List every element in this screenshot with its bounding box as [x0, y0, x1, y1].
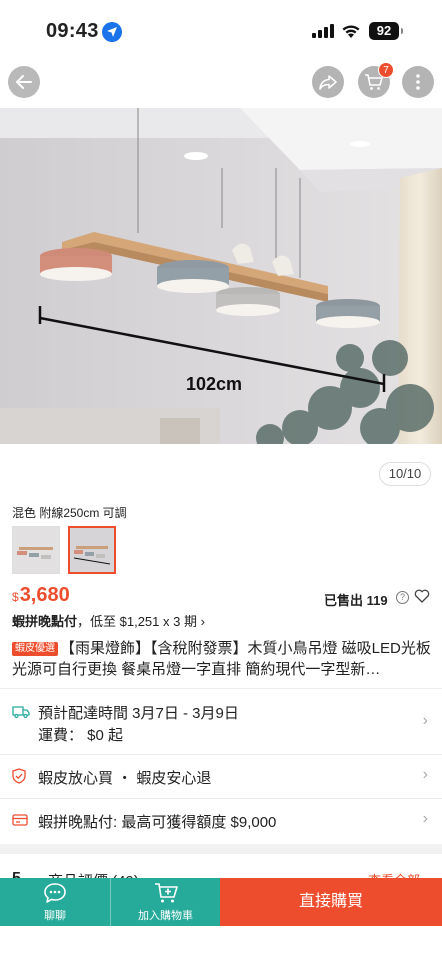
paylater-limit-text: 蝦拼晚點付: 最高可獲得額度 $9,000 [38, 814, 277, 831]
variant-thumbnail[interactable] [12, 526, 60, 574]
divider [0, 798, 442, 799]
shield-icon [12, 768, 26, 789]
divider [0, 754, 442, 755]
bottom-action-bar: 聊聊 加入購物車 直接購買 [0, 878, 442, 926]
cell-signal-icon [312, 24, 334, 38]
variant-label: 混色 附線250cm 可調 [12, 506, 127, 520]
location-arrow-icon [102, 22, 122, 42]
chevron-right-icon: › [422, 712, 428, 729]
more-options-button[interactable] [402, 66, 434, 98]
status-time: 09:43 [46, 20, 99, 42]
chevron-right-icon: › [422, 766, 428, 783]
card-icon [12, 813, 28, 832]
chat-icon [44, 883, 66, 903]
share-icon [319, 75, 337, 90]
truck-icon [12, 705, 30, 724]
status-bar: 09:43 92 [0, 0, 442, 62]
product-title-text: 【雨果燈飾】【含稅附發票】木質小鳥吊燈 磁吸LED光板 光源可自行更換 餐桌吊燈… [12, 640, 431, 678]
sold-count: 已售出 119 [324, 593, 388, 608]
product-image[interactable]: 102cm [0, 108, 442, 444]
shipping-row[interactable]: 預計配達時間 3月7日 - 3月9日 運費： $0 起 › [0, 690, 442, 752]
battery-indicator: 92 [369, 22, 403, 40]
preferred-tag: 蝦皮優選 [12, 642, 58, 656]
back-button[interactable] [8, 66, 40, 98]
arrow-left-icon [16, 75, 32, 89]
paylater-info[interactable]: 蝦拼晚點付，低至 $1,251 x 3 期 › [12, 611, 205, 630]
chat-button[interactable]: 聊聊 [0, 878, 110, 926]
share-button[interactable] [312, 66, 344, 98]
help-icon[interactable]: ? [396, 591, 409, 604]
product-title: 蝦皮優選 【雨果燈飾】【含稅附發票】木質小鳥吊燈 磁吸LED光板 光源可自行更換 … [12, 638, 432, 680]
buy-now-button[interactable]: 直接購買 [220, 878, 442, 926]
product-price: $3,680 [12, 584, 70, 607]
cart-count-badge: 7 [378, 62, 394, 78]
shipping-fee: 運費： $0 起 [38, 727, 124, 744]
variant-thumbnail-selected[interactable] [68, 526, 116, 574]
variant-thumbnails [12, 526, 116, 574]
divider [0, 688, 442, 689]
section-divider [0, 844, 442, 854]
image-counter: 10/10 [379, 462, 431, 486]
paylater-text: ，低至 $1,251 x 3 期 › [77, 614, 205, 629]
price-value: 3,680 [19, 584, 70, 606]
cart-button[interactable]: 7 [358, 62, 394, 98]
dimension-label: 102cm [186, 374, 242, 394]
heart-icon[interactable] [414, 589, 430, 608]
add-cart-icon [154, 883, 178, 903]
shipping-eta: 預計配達時間 3月7日 - 3月9日 [38, 705, 239, 722]
more-vertical-icon [416, 74, 420, 90]
wifi-icon [341, 23, 361, 44]
guarantee-text: 蝦皮放心買 ・ 蝦皮安心退 [38, 770, 212, 787]
add-to-cart-button[interactable]: 加入購物車 [110, 878, 220, 926]
currency-symbol: $ [12, 590, 19, 604]
guarantee-row[interactable]: 蝦皮放心買 ・ 蝦皮安心退 › [0, 756, 442, 798]
paylater-brand: 蝦拼晚點付 [12, 614, 78, 629]
add-to-cart-label: 加入購物車 [138, 910, 193, 922]
chevron-right-icon: › [422, 810, 428, 827]
chat-label: 聊聊 [44, 910, 66, 922]
paylater-row[interactable]: 蝦拼晚點付: 最高可獲得額度 $9,000 › [0, 800, 442, 842]
